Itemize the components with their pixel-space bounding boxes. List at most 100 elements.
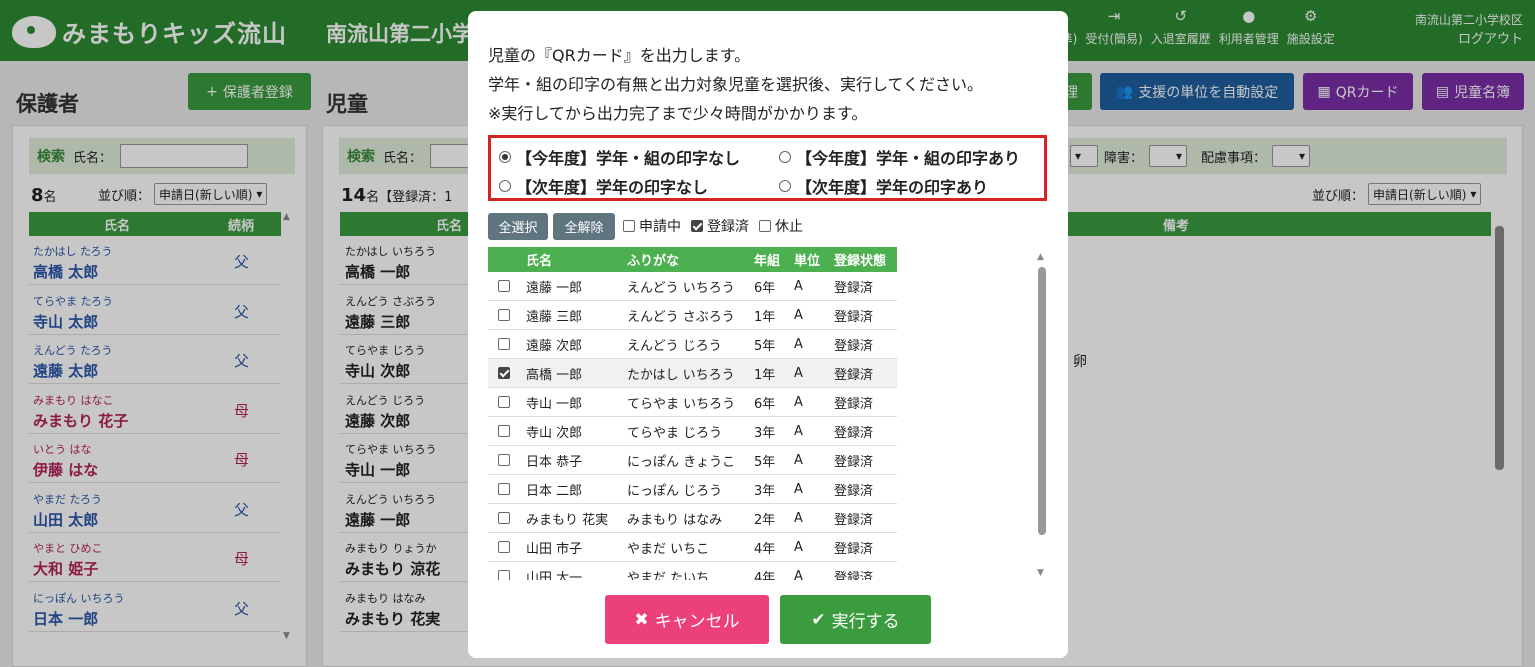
select-all-button[interactable]: 全選択 (488, 213, 548, 240)
child-select-row[interactable]: 日本 二郎 にっぽん じろう 3年 A 登録済 (488, 475, 897, 504)
child-select-row[interactable]: 日本 恭子 にっぽん きょうこ 5年 A 登録済 (488, 446, 897, 475)
row-checkbox[interactable] (498, 570, 510, 580)
row-grade: 4年 (754, 541, 776, 557)
intro-line-3: ※実行してから出力完了まで少々時間がかかります。 (488, 104, 868, 123)
radio-checked[interactable] (499, 151, 511, 163)
row-checkbox[interactable] (498, 425, 510, 437)
qr-card-modal: 児童の『QRカード』を出力します。 学年・組の印字の有無と出力対象児童を選択後、… (468, 11, 1068, 658)
col-unit: 単位 (794, 254, 821, 269)
row-status: 登録済 (834, 541, 874, 557)
child-select-row[interactable]: 寺山 一郎 てらやま いちろう 6年 A 登録済 (488, 388, 897, 417)
row-name: 山田 太一 (526, 570, 583, 581)
table-body: 遠藤 一郎 えんどう いちろう 6年 A 登録済 遠藤 三郎 えんどう さぶろう 1年 A 登録済… (488, 272, 897, 580)
row-unit: A (794, 423, 803, 439)
row-furigana: やまだ いちこ (627, 541, 710, 557)
scroll-up-icon[interactable]: ▲ (1037, 252, 1044, 262)
row-status: 登録済 (834, 396, 874, 412)
row-unit: A (794, 278, 803, 294)
col-status: 登録状態 (834, 254, 887, 269)
row-grade: 6年 (754, 396, 776, 412)
col-name: 氏名 (526, 254, 553, 269)
child-select-row[interactable]: 遠藤 三郎 えんどう さぶろう 1年 A 登録済 (488, 301, 897, 330)
row-name: 日本 二郎 (526, 483, 583, 499)
row-unit: A (794, 394, 803, 410)
radio-unchecked[interactable] (779, 151, 791, 163)
row-name: 遠藤 次郎 (526, 338, 583, 354)
row-furigana: えんどう じろう (627, 338, 722, 354)
modal-scrollbar[interactable]: ▲ ▼ (1035, 252, 1049, 582)
child-select-row[interactable]: 遠藤 次郎 えんどう じろう 5年 A 登録済 (488, 330, 897, 359)
row-checkbox[interactable] (498, 367, 510, 379)
row-unit: A (794, 452, 803, 468)
child-select-row[interactable]: 遠藤 一郎 えんどう いちろう 6年 A 登録済 (488, 272, 897, 301)
option-label: 【今年度】学年・組の印字あり (796, 149, 1021, 168)
option-this-year-with-class[interactable]: 【今年度】学年・組の印字あり (779, 145, 1020, 169)
row-grade: 1年 (754, 309, 776, 325)
option-label: 【今年度】学年・組の印字なし (516, 149, 741, 168)
row-checkbox[interactable] (498, 541, 510, 553)
filter-applying-label: 申請中 (639, 219, 681, 235)
row-checkbox[interactable] (498, 454, 510, 466)
option-next-year-with-grade[interactable]: 【次年度】学年の印字あり (779, 174, 988, 198)
row-checkbox[interactable] (498, 338, 510, 350)
status-filters: 申請中 登録済 休止 (623, 216, 803, 236)
filter-applying-checkbox[interactable] (623, 220, 635, 232)
option-this-year-no-class[interactable]: 【今年度】学年・組の印字なし (499, 145, 740, 169)
row-status: 登録済 (834, 338, 874, 354)
row-furigana: てらやま いちろう (627, 396, 736, 412)
row-name: 寺山 次郎 (526, 425, 583, 441)
row-name: 山田 市子 (526, 541, 583, 557)
row-grade: 2年 (754, 512, 776, 528)
filter-suspended-checkbox[interactable] (759, 220, 771, 232)
row-name: みまもり 花実 (526, 512, 609, 528)
col-furigana: ふりがな (627, 254, 680, 269)
row-status: 登録済 (834, 570, 874, 581)
row-status: 登録済 (834, 367, 874, 383)
row-furigana: やまだ たいち (627, 570, 710, 581)
filter-suspended-label: 休止 (775, 219, 803, 235)
option-next-year-no-grade[interactable]: 【次年度】学年の印字なし (499, 174, 708, 198)
close-icon: ✖ (634, 609, 649, 630)
row-unit: A (794, 336, 803, 352)
row-name: 遠藤 一郎 (526, 280, 583, 296)
scroll-thumb[interactable] (1038, 267, 1046, 535)
row-checkbox[interactable] (498, 512, 510, 524)
check-icon: ✔ (811, 609, 826, 630)
row-checkbox[interactable] (498, 280, 510, 292)
row-furigana: てらやま じろう (627, 425, 723, 441)
table-header: 氏名 ふりがな 年組 単位 登録状態 (488, 247, 897, 272)
radio-unchecked[interactable] (499, 180, 511, 192)
intro-line-1: 児童の『QRカード』を出力します。 (488, 46, 751, 65)
option-label: 【次年度】学年の印字あり (796, 178, 989, 197)
row-grade: 4年 (754, 570, 776, 581)
row-checkbox[interactable] (498, 396, 510, 408)
row-checkbox[interactable] (498, 483, 510, 495)
print-options-box: 【今年度】学年・組の印字なし 【今年度】学年・組の印字あり 【次年度】学年の印字… (488, 135, 1047, 201)
row-unit: A (794, 539, 803, 555)
child-select-row[interactable]: みまもり 花実 みまもり はなみ 2年 A 登録済 (488, 504, 897, 533)
child-select-row[interactable]: 山田 市子 やまだ いちこ 4年 A 登録済 (488, 533, 897, 562)
filter-registered-checkbox[interactable] (691, 220, 703, 232)
radio-unchecked[interactable] (779, 180, 791, 192)
child-select-row[interactable]: 高橋 一郎 たかはし いちろう 1年 A 登録済 (488, 359, 897, 388)
modal-intro: 児童の『QRカード』を出力します。 学年・組の印字の有無と出力対象児童を選択後、… (488, 41, 983, 128)
row-furigana: にっぽん きょうこ (627, 454, 736, 470)
execute-button[interactable]: ✔ 実行する (780, 595, 931, 644)
row-furigana: みまもり はなみ (627, 512, 723, 528)
row-name: 日本 恭子 (526, 454, 583, 470)
option-label: 【次年度】学年の印字なし (516, 178, 709, 197)
col-grade: 年組 (754, 254, 781, 269)
row-grade: 3年 (754, 425, 776, 441)
row-furigana: にっぽん じろう (627, 483, 723, 499)
deselect-all-button[interactable]: 全解除 (553, 213, 615, 240)
row-checkbox[interactable] (498, 309, 510, 321)
row-furigana: えんどう さぶろう (627, 309, 735, 325)
row-status: 登録済 (834, 483, 874, 499)
child-select-row[interactable]: 山田 太一 やまだ たいち 4年 A 登録済 (488, 562, 897, 580)
scroll-down-icon[interactable]: ▼ (1037, 568, 1044, 578)
cancel-button[interactable]: ✖ キャンセル (605, 595, 769, 644)
cancel-label: キャンセル (654, 612, 740, 632)
children-select-table: 氏名 ふりがな 年組 単位 登録状態 遠藤 一郎 えんどう いちろう 6年 A 登録済遠… (488, 247, 897, 580)
child-select-row[interactable]: 寺山 次郎 てらやま じろう 3年 A 登録済 (488, 417, 897, 446)
row-grade: 6年 (754, 280, 776, 296)
